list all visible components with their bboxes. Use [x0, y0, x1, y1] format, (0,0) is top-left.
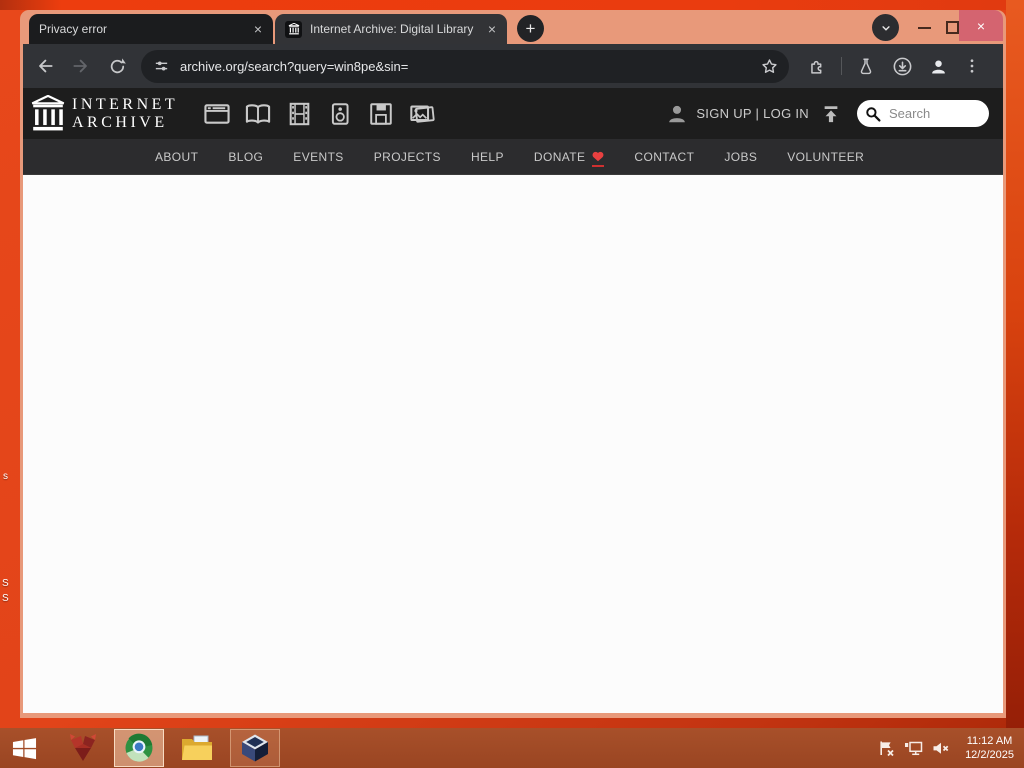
- internet-archive-nav: ABOUT BLOG EVENTS PROJECTS HELP DONATE C…: [23, 139, 1003, 174]
- nav-projects[interactable]: PROJECTS: [374, 150, 441, 164]
- upload-icon[interactable]: [821, 104, 841, 124]
- windows-logo-icon: [12, 737, 36, 759]
- nav-jobs[interactable]: JOBS: [724, 150, 757, 164]
- url-text[interactable]: archive.org/search?query=win8pe&sin=: [180, 59, 760, 74]
- signup-login-link[interactable]: SIGN UP | LOG IN: [696, 106, 809, 121]
- tab-close-icon[interactable]: ×: [485, 22, 499, 36]
- video-icon[interactable]: [286, 101, 312, 126]
- taskbar-clock[interactable]: 11:12 AM 12/2/2025: [965, 734, 1014, 762]
- desktop-top-strip: [0, 0, 1024, 10]
- clock-date: 12/2/2025: [965, 749, 1014, 761]
- new-tab-button[interactable]: +: [517, 15, 544, 42]
- audio-icon[interactable]: [327, 101, 353, 126]
- desktop-right-band: [1006, 0, 1024, 768]
- ia-wordmark: INTERNET ARCHIVE: [72, 96, 179, 131]
- tab-title: Internet Archive: Digital Library: [310, 22, 474, 36]
- tab-strip: Privacy error × Internet Archive: Digita…: [23, 10, 1003, 44]
- start-button[interactable]: [0, 728, 48, 768]
- texts-icon[interactable]: [245, 101, 271, 126]
- bookmark-star-icon[interactable]: [760, 57, 779, 76]
- address-bar[interactable]: archive.org/search?query=win8pe&sin=: [141, 49, 789, 83]
- extensions-icon[interactable]: [803, 52, 831, 80]
- nav-volunteer[interactable]: VOLUNTEER: [787, 150, 864, 164]
- chrome-icon: [125, 733, 153, 762]
- nav-contact[interactable]: CONTACT: [634, 150, 694, 164]
- file-explorer-icon: [182, 735, 212, 760]
- ia-header-right: SIGN UP | LOG IN: [666, 100, 1003, 127]
- nav-donate-label: DONATE: [533, 149, 586, 164]
- ia-search-box[interactable]: [857, 100, 989, 127]
- back-button[interactable]: [31, 52, 59, 80]
- tab-close-icon[interactable]: ×: [251, 22, 265, 36]
- system-tray: 11:12 AM 12/2/2025: [878, 734, 1024, 762]
- browser-menu-icon[interactable]: [958, 52, 986, 80]
- ia-building-icon: [31, 95, 65, 131]
- web-icon[interactable]: [204, 101, 230, 126]
- nav-about[interactable]: ABOUT: [155, 150, 198, 164]
- browser-toolbar: archive.org/search?query=win8pe&sin=: [23, 44, 1003, 88]
- desktop-icon-label-fragment: s: [3, 471, 8, 482]
- maximize-button[interactable]: [946, 21, 959, 34]
- taskbar-virtualbox-button[interactable]: [230, 729, 280, 767]
- images-icon[interactable]: [409, 101, 435, 126]
- nav-blog[interactable]: BLOG: [228, 150, 263, 164]
- taskbar-chrome-button[interactable]: [114, 729, 164, 767]
- network-icon[interactable]: [904, 740, 923, 757]
- virtualbox-icon: [242, 734, 268, 762]
- ia-search-input[interactable]: [887, 105, 981, 122]
- internet-archive-header: INTERNET ARCHIVE SIGN UP | LOG IN Search: [23, 88, 1003, 139]
- forward-button[interactable]: [67, 52, 95, 80]
- donate-heart-icon: [592, 151, 605, 167]
- reload-button[interactable]: [103, 52, 131, 80]
- desktop-icon-label-fragment: S: [2, 593, 9, 604]
- media-type-icons: [204, 101, 435, 126]
- nav-help[interactable]: HELP: [471, 150, 504, 164]
- clock-time: 11:12 AM: [966, 735, 1013, 747]
- software-icon[interactable]: [368, 101, 394, 126]
- taskbar: 11:12 AM 12/2/2025: [0, 728, 1024, 768]
- tab-privacy-error[interactable]: Privacy error ×: [29, 14, 273, 44]
- labs-flask-icon[interactable]: [852, 52, 880, 80]
- nav-events[interactable]: EVENTS: [293, 150, 343, 164]
- minimize-button[interactable]: [918, 27, 931, 29]
- toolbar-separator: [841, 57, 842, 75]
- user-icon[interactable]: [666, 103, 688, 125]
- nav-donate[interactable]: DONATE: [533, 149, 605, 167]
- volume-muted-icon[interactable]: [932, 740, 950, 757]
- page-content: [23, 174, 1003, 713]
- site-info-icon[interactable]: [153, 58, 170, 75]
- tab-search-button[interactable]: [872, 14, 899, 41]
- tab-title: Privacy error: [39, 22, 108, 36]
- action-center-flag-icon[interactable]: [878, 740, 895, 757]
- search-icon: [866, 106, 881, 122]
- downloads-button[interactable]: [888, 52, 916, 80]
- internet-archive-favicon-icon: [285, 20, 302, 38]
- tab-internet-archive[interactable]: Internet Archive: Digital Library ×: [275, 14, 507, 44]
- chevron-down-icon: [881, 25, 890, 31]
- taskbar-file-explorer-button[interactable]: [176, 728, 218, 768]
- browser-window: Privacy error × Internet Archive: Digita…: [20, 10, 1006, 718]
- taskbar-app-red-icon[interactable]: [62, 728, 104, 768]
- desktop-icon-label-fragment: S: [2, 578, 9, 589]
- window-close-button[interactable]: ×: [959, 10, 1003, 41]
- profile-avatar-icon[interactable]: [924, 52, 952, 80]
- internet-archive-logo[interactable]: INTERNET ARCHIVE: [31, 95, 178, 132]
